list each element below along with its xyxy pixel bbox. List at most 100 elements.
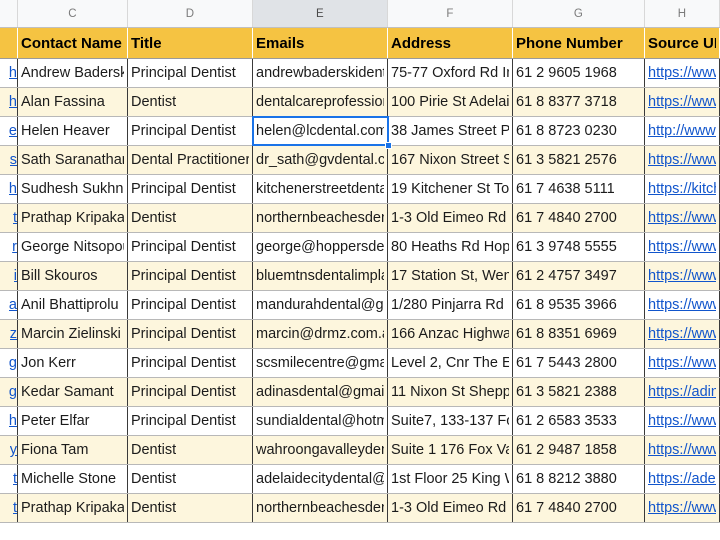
cell-address[interactable]: 11 Nixon St Shepparton VIC 3630: [388, 378, 513, 406]
column-header-g[interactable]: G: [513, 0, 645, 27]
cell-source-url[interactable]: https://www.nbdental.com.au: [645, 204, 720, 232]
cell-address[interactable]: 17 Station St, Wentworth Falls NSW 2782: [388, 262, 513, 290]
table-row[interactable]: t Michelle Stone Dentist adelaidecitydental…: [0, 465, 720, 494]
cell-sliver[interactable]: s: [0, 146, 18, 174]
cell-email[interactable]: scsmilecentre@gmail.com: [253, 349, 388, 377]
cell-title[interactable]: Principal Dentist: [128, 291, 253, 319]
table-row[interactable]: s Sath Saranathan Dental Practitioner dr_sa…: [0, 146, 720, 175]
spreadsheet-grid[interactable]: CDEFGH Contact Name Title Emails Address Pho…: [0, 0, 720, 540]
cell-address[interactable]: 1-3 Old Eimeo Rd Rural View QLD 4740: [388, 494, 513, 522]
cell-phone[interactable]: 61 2 9605 1968: [513, 59, 645, 87]
cell-address[interactable]: 80 Heaths Rd Hoppers Crossing VIC 3029: [388, 233, 513, 261]
source-url-link[interactable]: https://www.sundialdental.com.au: [648, 413, 716, 429]
cell-address[interactable]: 1st Floor 25 King William St SA 5000: [388, 465, 513, 493]
table-row[interactable]: hSudhesh Sukhnandan Principal Dentist kitc…: [0, 175, 720, 204]
cell-title[interactable]: Principal Dentist: [128, 233, 253, 261]
cell-sliver[interactable]: h: [0, 59, 18, 87]
cell-source-url[interactable]: https://www.gvdental.com.au: [645, 146, 720, 174]
cell-phone[interactable]: 61 2 4757 3497: [513, 262, 645, 290]
cell-contact-name[interactable]: Prathap Kripakaran: [18, 204, 128, 232]
cell-title[interactable]: Dentist: [128, 204, 253, 232]
cell-contact-name[interactable]: Prathap Kripakaran: [18, 494, 128, 522]
column-header-d[interactable]: D: [128, 0, 253, 27]
cell-title[interactable]: Principal Dentist: [128, 349, 253, 377]
table-row[interactable]: tPrathap Kripakaran Dentist northernbeache…: [0, 204, 720, 233]
cell-contact-name[interactable]: Jon Kerr: [18, 349, 128, 377]
cell-phone[interactable]: 61 8 8351 6969: [513, 320, 645, 348]
source-url-link[interactable]: https://www.gvdental.com.au: [648, 152, 716, 168]
cell-title[interactable]: Dentist: [128, 465, 253, 493]
table-row[interactable]: e Helen Heaver Principal Dentist helen@lcde…: [0, 117, 720, 146]
cell-address[interactable]: Suite7, 133-137 Forest Rd NSW 2220: [388, 407, 513, 435]
cell-contact-name[interactable]: Fiona Tam: [18, 436, 128, 464]
cell-phone[interactable]: 61 8 8212 3880: [513, 465, 645, 493]
cell-sliver[interactable]: h: [0, 407, 18, 435]
cell-phone[interactable]: 61 7 4840 2700: [513, 204, 645, 232]
cell-phone[interactable]: 61 7 4638 5111: [513, 175, 645, 203]
cell-sliver[interactable]: g: [0, 378, 18, 406]
cell-address[interactable]: 167 Nixon Street Shepparton VIC 3630: [388, 146, 513, 174]
cell-contact-name[interactable]: Michelle Stone: [18, 465, 128, 493]
cell-phone[interactable]: 61 3 9748 5555: [513, 233, 645, 261]
cell-email[interactable]: dr_sath@gvdental.com.au: [253, 146, 388, 174]
cell-title[interactable]: Principal Dentist: [128, 117, 253, 145]
cell-source-url[interactable]: https://www.mandurahdental.com.au: [645, 291, 720, 319]
cell-contact-name[interactable]: Andrew Baderski: [18, 59, 128, 87]
source-url-link[interactable]: https://adinasdental.com.au: [648, 384, 716, 400]
cell-source-url[interactable]: https://kitchenerstreetdental.com.au: [645, 175, 720, 203]
cell-source-url[interactable]: https://www.scsmilecentre.com.au: [645, 349, 720, 377]
grid-body[interactable]: Contact Name Title Emails Address Phone Numb…: [0, 28, 720, 523]
cell-source-url[interactable]: https://www.wahroongavalley.com.au: [645, 436, 720, 464]
cell-sliver[interactable]: r: [0, 233, 18, 261]
table-row[interactable]: i Bill Skouros Principal Dentist bluemtnsde…: [0, 262, 720, 291]
cell-title[interactable]: Dentist: [128, 436, 253, 464]
source-url-link[interactable]: https://www.wahroongavalley.com.au: [648, 442, 716, 458]
table-row[interactable]: h Andrew Baderski Principal Dentist andrewb…: [0, 59, 720, 88]
cell-contact-name[interactable]: Kedar Samant: [18, 378, 128, 406]
table-row[interactable]: a Anil Bhattiprolu Principal Dentist mandur…: [0, 291, 720, 320]
table-row[interactable]: yFiona Tam Dentist wahroongavalleydental@g…: [0, 436, 720, 465]
cell-contact-name[interactable]: Sudhesh Sukhnandan: [18, 175, 128, 203]
cell-contact-name[interactable]: Alan Fassina: [18, 88, 128, 116]
cell-title[interactable]: Principal Dentist: [128, 175, 253, 203]
cell-email[interactable]: adinasdental@gmail.com: [253, 378, 388, 406]
source-url-link[interactable]: https://www.nbdental.com.au: [648, 210, 716, 226]
table-row[interactable]: tPrathap Kripakaran Dentist northernbeache…: [0, 494, 720, 523]
table-row[interactable]: rGeorge Nitsopoulos Principal Dentist geor…: [0, 233, 720, 262]
cell-email[interactable]: marcin@drmz.com.au: [253, 320, 388, 348]
cell-email[interactable]: bluemtnsdentalimplants@gmail.com: [253, 262, 388, 290]
cell-phone[interactable]: 61 3 5821 2388: [513, 378, 645, 406]
cell-title[interactable]: Principal Dentist: [128, 59, 253, 87]
cell-address[interactable]: 1/280 Pinjarra Rd Mandurah WA 6210: [388, 291, 513, 319]
cell-contact-name[interactable]: Bill Skouros: [18, 262, 128, 290]
cell-phone[interactable]: 61 3 5821 2576: [513, 146, 645, 174]
cell-email[interactable]: kitchenerstreetdental@gmail.com: [253, 175, 388, 203]
cell-contact-name[interactable]: George Nitsopoulos: [18, 233, 128, 261]
cell-address[interactable]: 1-3 Old Eimeo Rd Rural View QLD 4740: [388, 204, 513, 232]
cell-email[interactable]: northernbeachesdental@gmail.com: [253, 204, 388, 232]
source-url-link[interactable]: https://www.scsmilecentre.com.au: [648, 355, 716, 371]
cell-phone[interactable]: 61 2 9487 1858: [513, 436, 645, 464]
source-url-link[interactable]: https://www.mandurahdental.com.au: [648, 297, 716, 313]
cell-title[interactable]: Dentist: [128, 88, 253, 116]
source-url-link[interactable]: https://www.bluemtnsdental.com.au: [648, 268, 716, 284]
cell-phone[interactable]: 61 2 6583 3533: [513, 407, 645, 435]
cell-sliver[interactable]: h: [0, 175, 18, 203]
cell-source-url[interactable]: https://www.sundialdental.com.au: [645, 407, 720, 435]
column-header-e[interactable]: E: [253, 0, 388, 27]
cell-email[interactable]: helen@lcdental.com.au: [253, 117, 388, 145]
cell-sliver[interactable]: e: [0, 117, 18, 145]
cell-sliver[interactable]: i: [0, 262, 18, 290]
table-row[interactable]: g Jon Kerr Principal Dentist scsmilecentre@…: [0, 349, 720, 378]
cell-email[interactable]: northernbeachesdental@gmail.com: [253, 494, 388, 522]
cell-contact-name[interactable]: Anil Bhattiprolu: [18, 291, 128, 319]
cell-address[interactable]: 19 Kitchener St Toowoomba QLD 4350: [388, 175, 513, 203]
cell-phone[interactable]: 61 7 5443 2800: [513, 349, 645, 377]
column-header-h[interactable]: H: [645, 0, 720, 27]
cell-title[interactable]: Dental Practitioner: [128, 146, 253, 174]
column-header-f[interactable]: F: [388, 0, 513, 27]
cell-sliver[interactable]: z: [0, 320, 18, 348]
cell-title[interactable]: Dentist: [128, 494, 253, 522]
source-url-link[interactable]: https://www.dentistry.com.au: [648, 65, 716, 81]
cell-email[interactable]: wahroongavalleydental@gmail.com: [253, 436, 388, 464]
